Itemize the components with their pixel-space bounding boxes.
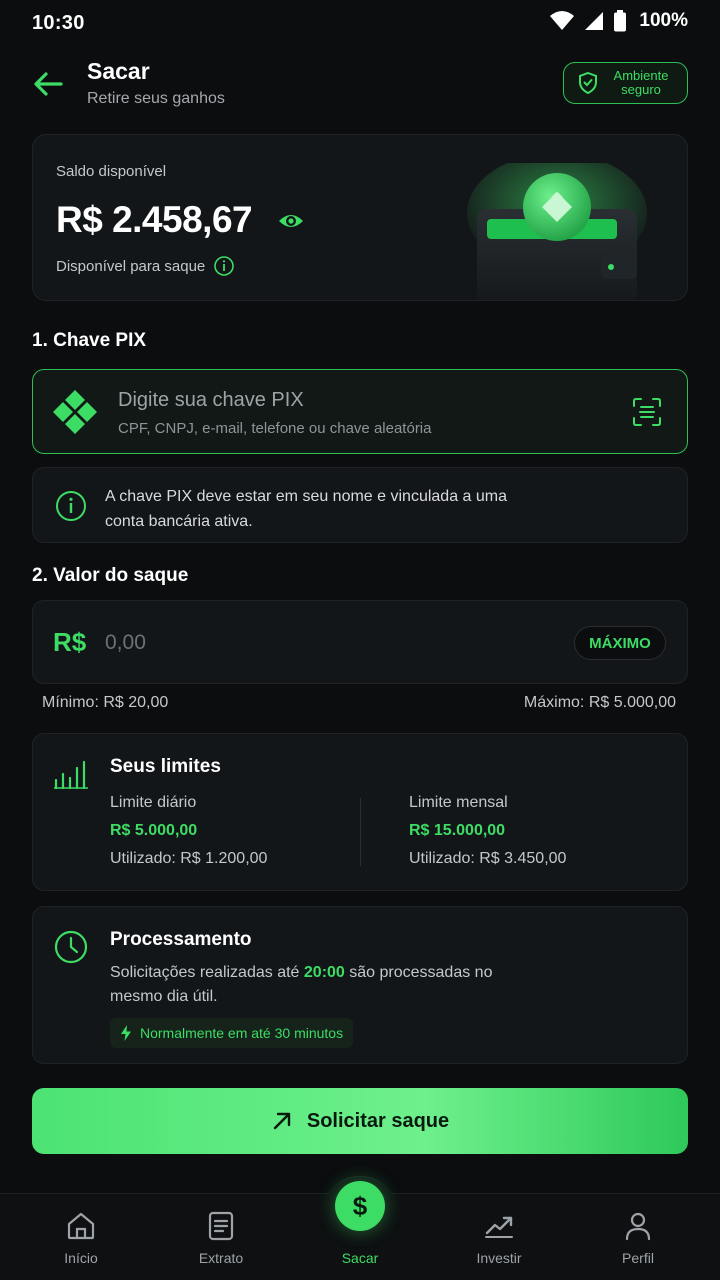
balance-sub: Disponível para saque	[56, 255, 235, 277]
processing-time: 20:00	[303, 964, 345, 981]
pix-key-placeholder: Digite sua chave PIX	[118, 389, 304, 411]
back-button[interactable]	[28, 64, 68, 104]
pix-section-title: 1. Chave PIX	[32, 330, 147, 351]
pix-key-input[interactable]: Digite sua chave PIX CPF, CNPJ, e-mail, …	[32, 369, 688, 454]
clock-icon	[54, 930, 88, 964]
balance-amount: R$ 2.458,67	[56, 199, 253, 240]
status-icons: 100%	[549, 10, 688, 32]
daily-limit: Limite diário R$ 5.000,00 Utilizado: R$ …	[110, 794, 267, 868]
balance-card: Saldo disponível R$ 2.458,67 Disponível …	[32, 134, 688, 301]
scan-qr-icon[interactable]	[631, 396, 663, 428]
signal-icon	[585, 12, 604, 30]
maximum-amount-text: Máximo: R$ 5.000,00	[523, 694, 676, 711]
pix-info-text: A chave PIX deve estar em seu nome e vin…	[105, 488, 508, 530]
trending-up-icon	[485, 1216, 513, 1238]
pix-logo-icon	[53, 390, 97, 434]
arrow-up-right-icon	[273, 1112, 291, 1130]
monthly-limit-value: R$ 15.000,00	[409, 822, 506, 839]
wifi-icon	[550, 11, 575, 30]
balance-label: Saldo disponível	[56, 163, 167, 180]
limits-divider	[360, 798, 361, 866]
nav-label: Extrato	[198, 1250, 244, 1266]
monthly-limit-used: Utilizado: R$ 3.450,00	[409, 850, 567, 867]
status-time: 10:30	[32, 12, 85, 34]
pix-info-box: A chave PIX deve estar em seu nome e vin…	[32, 467, 688, 543]
secure-environment-badge: Ambiente seguro	[563, 62, 688, 104]
wallet-illustration	[467, 163, 647, 300]
nav-label: Início	[64, 1250, 98, 1266]
page-title: Sacar	[87, 58, 150, 84]
arrow-left-icon	[34, 72, 63, 96]
daily-limit-value: R$ 5.000,00	[110, 822, 198, 839]
nav-item-investir[interactable]: Investir	[439, 1194, 559, 1280]
pix-key-helper: CPF, CNPJ, e-mail, telefone ou chave ale…	[118, 420, 432, 437]
monthly-limit-label: Limite mensal	[409, 794, 508, 811]
shield-check-icon	[579, 71, 597, 95]
request-withdrawal-button[interactable]: Solicitar saque	[32, 1088, 688, 1154]
secure-badge-label: Ambiente seguro	[613, 68, 669, 97]
nav-label: Sacar	[341, 1250, 379, 1266]
eye-icon[interactable]	[277, 209, 305, 233]
document-icon	[208, 1211, 234, 1241]
amount-placeholder: 0,00	[105, 631, 146, 654]
battery-icon	[614, 10, 627, 32]
chart-bars-icon	[54, 760, 88, 790]
limits-title: Seus limites	[110, 756, 221, 777]
processing-card: Processamento Solicitações realizadas at…	[32, 906, 688, 1064]
nav-label: Perfil	[622, 1250, 654, 1266]
dollar-icon[interactable]: $	[335, 1181, 385, 1231]
processing-badge: Normalmente em até 30 minutos	[110, 1018, 354, 1048]
processing-title: Processamento	[110, 929, 252, 950]
amount-currency: R$	[53, 627, 87, 657]
amount-section-title: 2. Valor do saque	[32, 565, 189, 586]
lightning-icon	[121, 1025, 131, 1041]
minimum-amount-text: Mínimo: R$ 20,00	[42, 694, 169, 711]
max-amount-button[interactable]: MÁXIMO	[574, 626, 666, 660]
bottom-navigation: Início Extrato Sacar $ Investir Perfil	[0, 1176, 720, 1280]
nav-item-perfil[interactable]: Perfil	[578, 1194, 698, 1280]
info-icon	[56, 491, 86, 521]
daily-limit-used: Utilizado: R$ 1.200,00	[110, 850, 268, 867]
home-icon	[67, 1212, 95, 1240]
processing-text: Solicitações realizadas até 20:00 são pr…	[110, 961, 530, 1009]
nav-item-inicio[interactable]: Início	[21, 1194, 141, 1280]
processing-text-before: Solicitações realizadas até	[110, 964, 304, 981]
processing-badge-label: Normalmente em até 30 minutos	[140, 1025, 344, 1041]
nav-label: Investir	[476, 1250, 522, 1266]
request-withdrawal-label: Solicitar saque	[306, 1109, 450, 1132]
info-icon[interactable]	[213, 255, 235, 277]
user-icon	[625, 1212, 651, 1241]
amount-input[interactable]: R$ 0,00 MÁXIMO	[32, 600, 688, 684]
monthly-limit: Limite mensal R$ 15.000,00 Utilizado: R$…	[409, 794, 566, 868]
status-bar: 10:30 100%	[0, 0, 720, 46]
daily-limit-label: Limite diário	[110, 794, 197, 811]
nav-item-extrato[interactable]: Extrato	[161, 1194, 281, 1280]
battery-percentage: 100%	[639, 10, 688, 31]
page-subtitle: Retire seus ganhos	[87, 90, 225, 107]
balance-sub-label: Disponível para saque	[56, 257, 206, 275]
limits-card: Seus limites Limite diário R$ 5.000,00 U…	[32, 733, 688, 891]
